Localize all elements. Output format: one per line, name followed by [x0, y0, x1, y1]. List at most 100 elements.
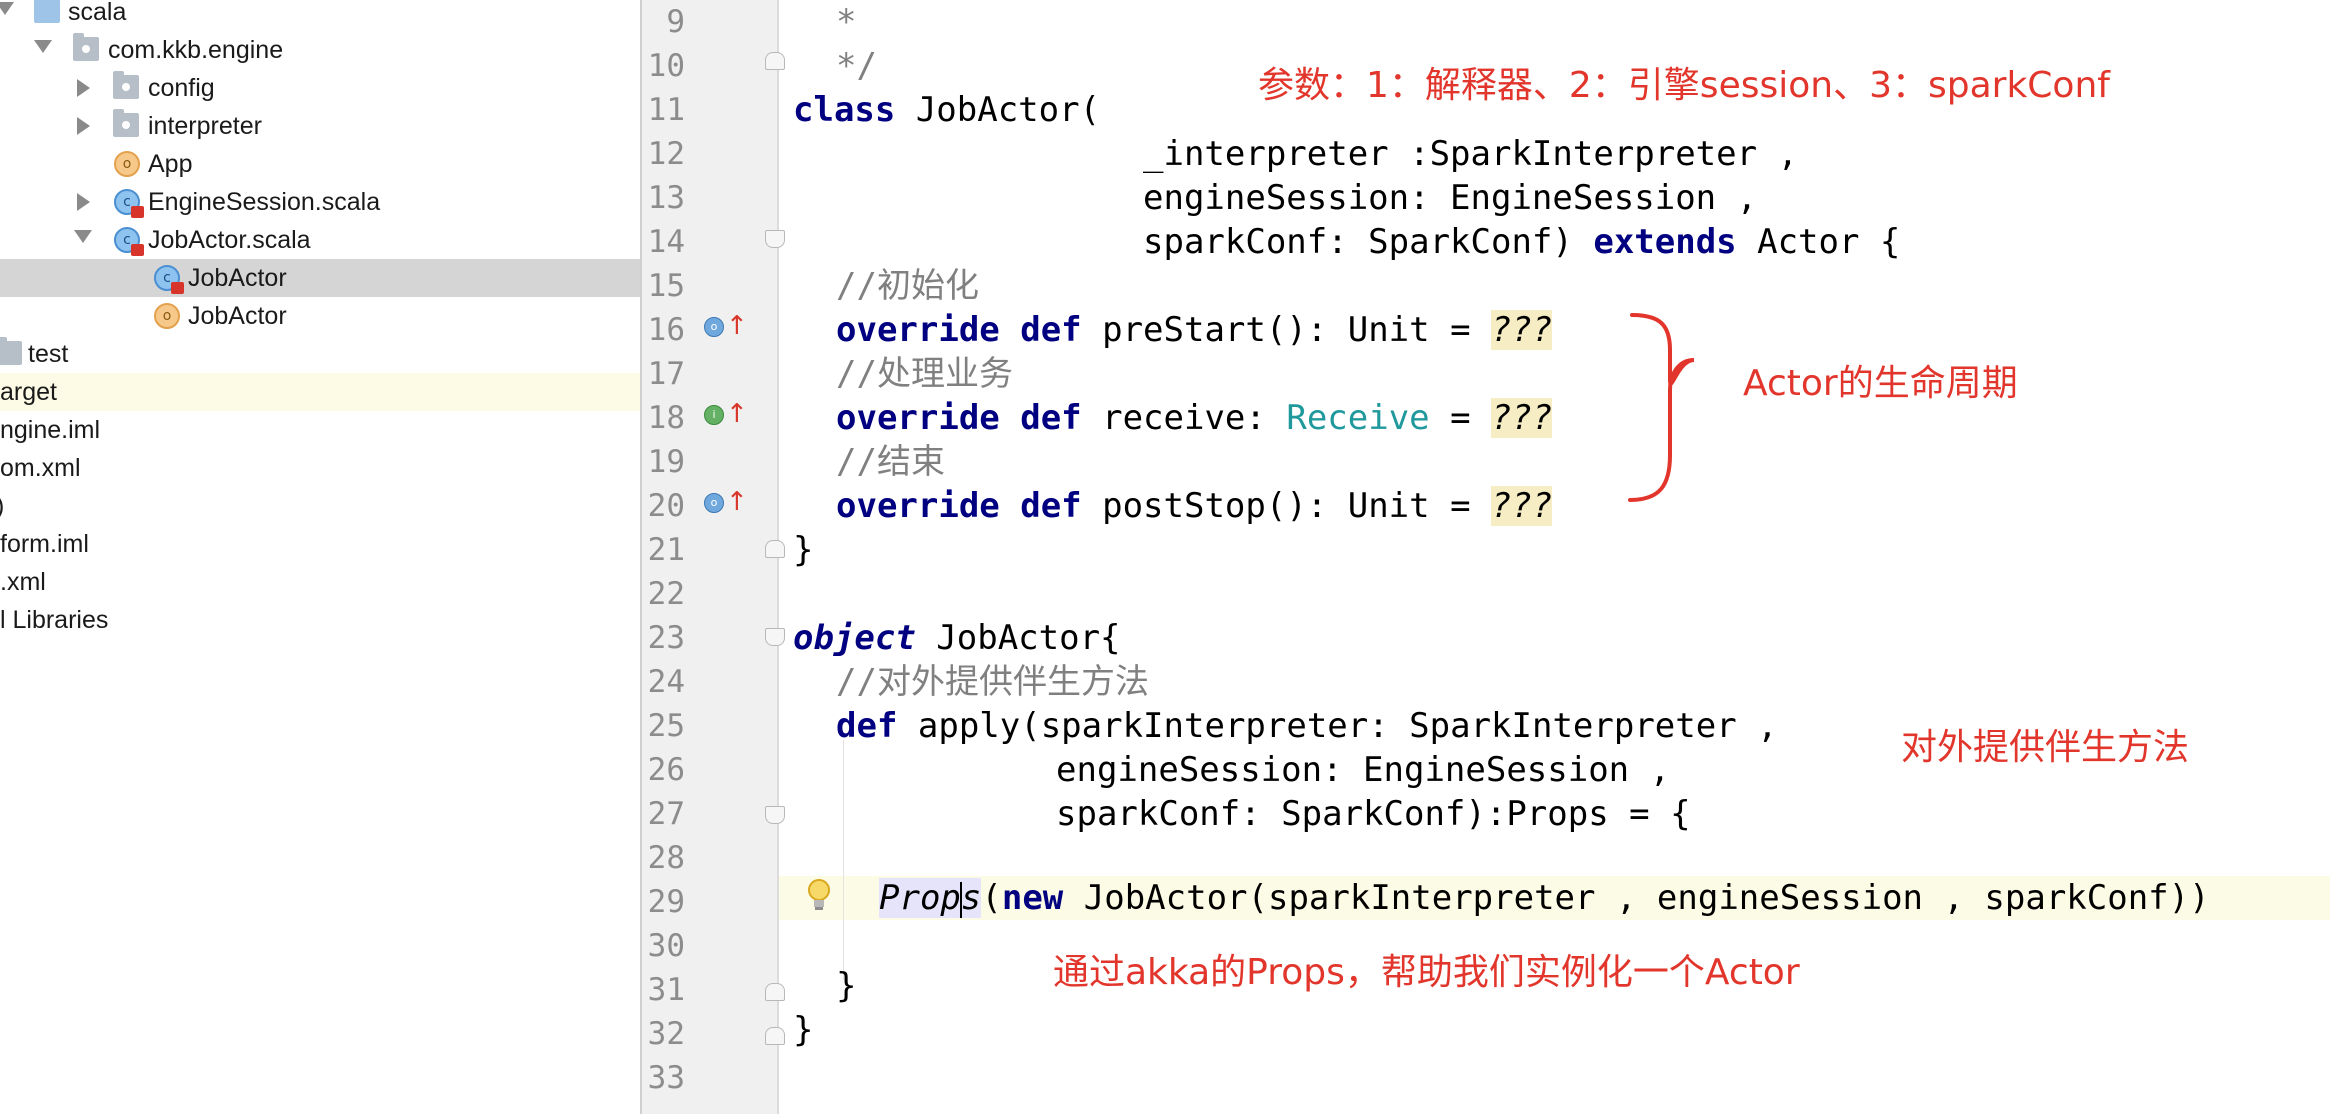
- package-icon: [113, 71, 139, 99]
- code-line-20: override def postStop(): Unit = ???: [836, 486, 1553, 526]
- project-tree: scala com.kkb.engine config interpreter …: [0, 0, 642, 1114]
- curly-brace-annotation: [1628, 313, 1695, 502]
- chevron-right-icon[interactable]: [77, 117, 90, 135]
- line-number: 17: [647, 356, 685, 392]
- line-number: 28: [647, 840, 685, 876]
- line-number: 10: [647, 48, 685, 84]
- code-line-26: engineSession: EngineSession ,: [1056, 750, 1671, 790]
- tree-item-jobactor-scala[interactable]: c JobActor.scala: [0, 221, 640, 259]
- line-number-row: 13: [642, 176, 777, 220]
- arrow-up-icon[interactable]: ↑: [726, 311, 748, 341]
- line-number-row: 10: [642, 44, 777, 88]
- chevron-right-icon[interactable]: [77, 79, 90, 97]
- annotation-props: 通过akka的Props，帮助我们实例化一个Actor: [1053, 952, 1800, 993]
- arrow-up-icon[interactable]: ↑: [726, 487, 748, 517]
- tree-item-jobactor-class[interactable]: c JobActor: [0, 259, 640, 297]
- tree-item-app[interactable]: o App: [0, 145, 640, 183]
- line-number-row: 14: [642, 220, 777, 264]
- folder-icon: [0, 337, 22, 365]
- line-number-row: 25: [642, 704, 777, 748]
- scala-object-icon: o: [154, 303, 180, 329]
- scala-class-file-icon: c: [114, 189, 144, 218]
- annotation-lifecycle: Actor的生命周期: [1743, 363, 2018, 404]
- fold-start-icon[interactable]: [765, 230, 785, 248]
- line-number: 26: [647, 752, 685, 788]
- tree-item-engine-iml[interactable]: ngine.iml: [0, 411, 640, 449]
- code-line-17: //处理业务: [836, 354, 1013, 394]
- tree-item-jobactor-object[interactable]: o JobActor: [0, 297, 640, 335]
- code-line-18: override def receive: Receive = ???: [836, 398, 1553, 438]
- indent-guide: [843, 740, 844, 980]
- tree-item-pom-xml[interactable]: om.xml: [0, 449, 640, 487]
- line-number: 14: [647, 224, 685, 260]
- tree-item-target[interactable]: arget: [0, 373, 640, 411]
- line-number-row: 30: [642, 924, 777, 968]
- line-number: 24: [647, 664, 685, 700]
- tree-item-enginesession-scala[interactable]: c EngineSession.scala: [0, 183, 640, 221]
- code-line-23: object JobActor{: [793, 618, 1121, 658]
- fold-start-icon[interactable]: [765, 628, 785, 646]
- line-number: 11: [647, 92, 685, 128]
- scala-class-file-icon: c: [114, 227, 144, 256]
- tree-item-xml[interactable]: .xml: [0, 563, 640, 601]
- line-number: 9: [666, 4, 685, 40]
- tree-item-external-libraries[interactable]: l Libraries: [0, 601, 640, 639]
- code-line-27: sparkConf: SparkConf):Props = {: [1056, 794, 1691, 834]
- gutter-markers-20: o ↑: [642, 481, 777, 525]
- line-number: 31: [647, 972, 685, 1008]
- fold-end-icon[interactable]: [765, 52, 785, 70]
- line-number-row: 9: [642, 0, 777, 44]
- tree-item-test[interactable]: test: [0, 335, 640, 373]
- chevron-down-icon[interactable]: [0, 2, 14, 15]
- line-number-row: 21: [642, 528, 777, 572]
- line-number: 22: [647, 576, 685, 612]
- chevron-right-icon[interactable]: [77, 193, 90, 211]
- code-line-13: engineSession: EngineSession ,: [1143, 178, 1758, 218]
- annotation-companion: 对外提供伴生方法: [1901, 727, 2190, 768]
- code-line-29: Props(new JobActor(sparkInterpreter , en…: [879, 878, 2210, 918]
- chevron-down-icon[interactable]: [34, 40, 52, 53]
- code-line-12: _interpreter :SparkInterpreter ,: [1143, 134, 1799, 174]
- line-number: 25: [647, 708, 685, 744]
- lightbulb-icon[interactable]: [806, 878, 832, 916]
- code-line-15: //初始化: [836, 266, 979, 306]
- package-icon: [113, 109, 139, 137]
- code-line-25: def apply(sparkInterpreter: SparkInterpr…: [836, 706, 1778, 746]
- tree-item-interpreter[interactable]: interpreter: [0, 107, 640, 145]
- arrow-up-icon[interactable]: ↑: [726, 399, 748, 429]
- overrides-method-icon[interactable]: o: [704, 317, 724, 337]
- overrides-method-icon[interactable]: o: [704, 493, 724, 513]
- fold-end-icon[interactable]: [765, 1027, 785, 1045]
- package-icon: [73, 33, 99, 61]
- line-number: 21: [647, 532, 685, 568]
- chevron-down-icon[interactable]: [74, 230, 92, 243]
- line-number: 12: [647, 136, 685, 172]
- tree-item-partial[interactable]: ): [0, 487, 640, 525]
- tree-item-config[interactable]: config: [0, 69, 640, 107]
- code-line-21: }: [793, 530, 814, 570]
- code-line-9: *: [836, 2, 857, 42]
- code-line-31: }: [836, 966, 857, 1006]
- scala-class-icon: c: [154, 265, 184, 294]
- code-line-32: }: [793, 1010, 814, 1050]
- tree-item-com-kkb-engine[interactable]: com.kkb.engine: [0, 31, 640, 69]
- fold-start-icon[interactable]: [765, 806, 785, 824]
- fold-end-icon[interactable]: [765, 540, 785, 558]
- line-number-row: 11: [642, 88, 777, 132]
- line-number-row: 33: [642, 1056, 777, 1100]
- line-number-row: 32: [642, 1012, 777, 1056]
- line-number-row: 22: [642, 572, 777, 616]
- code-line-24: //对外提供伴生方法: [836, 662, 1149, 702]
- code-line-10: */: [836, 46, 877, 86]
- line-number: 19: [647, 444, 685, 480]
- tree-item-form-iml[interactable]: form.iml: [0, 525, 640, 563]
- fold-end-icon[interactable]: [765, 983, 785, 1001]
- line-number-row: 24: [642, 660, 777, 704]
- implements-method-icon[interactable]: i: [704, 405, 724, 425]
- scala-object-icon: o: [114, 151, 140, 177]
- line-number: 13: [647, 180, 685, 216]
- line-number: 30: [647, 928, 685, 964]
- tree-item-scala[interactable]: scala: [0, 0, 640, 31]
- line-number-row: 28: [642, 836, 777, 880]
- folder-icon: [34, 0, 60, 23]
